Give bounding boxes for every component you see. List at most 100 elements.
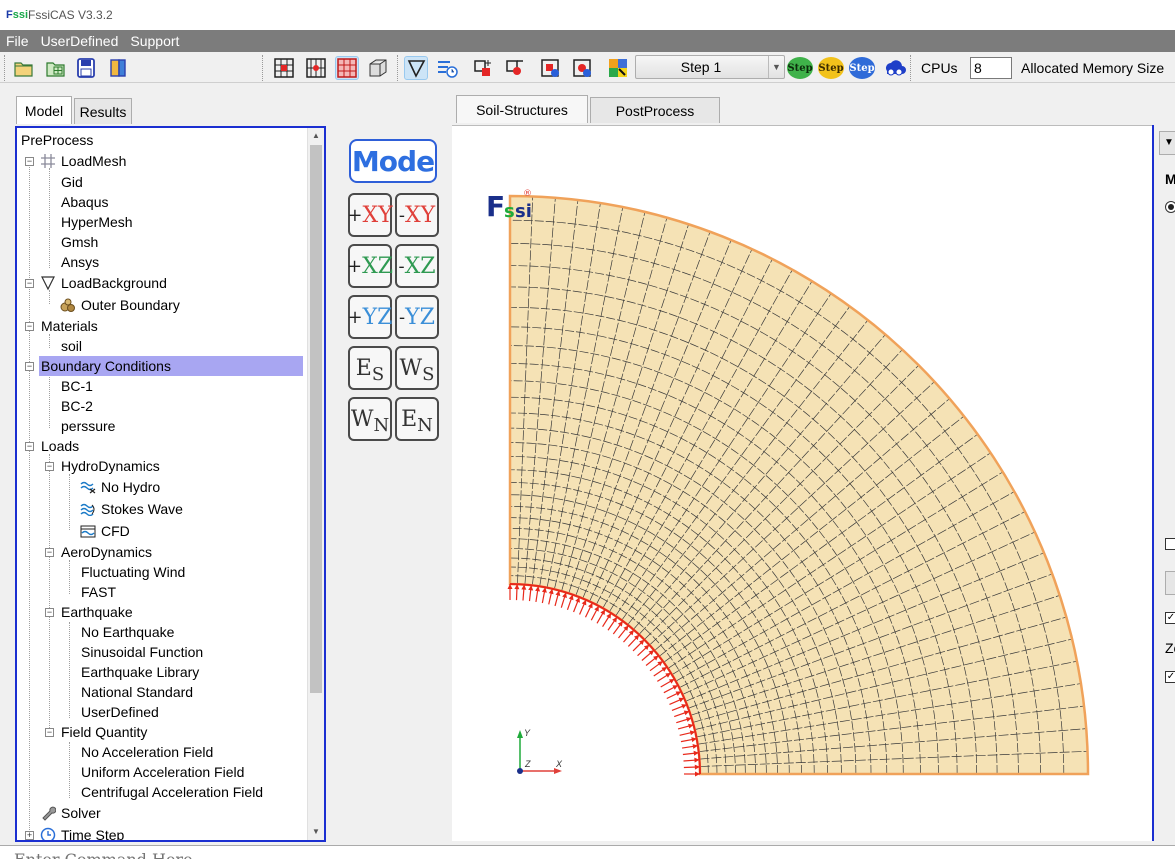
tree-item-outer-boundary[interactable]: Outer Boundary <box>59 295 180 315</box>
tree-toggle[interactable]: − <box>25 362 34 371</box>
add-node-icon[interactable] <box>470 56 494 80</box>
tab-model[interactable]: Model <box>16 96 72 124</box>
tree-item-cfd[interactable]: CFD <box>79 521 130 541</box>
view-wn-button[interactable]: W N <box>348 397 392 441</box>
tab-results[interactable]: Results <box>74 98 132 124</box>
menu-file[interactable]: File <box>6 33 29 49</box>
tree-item-centrifugal-acceleration-field[interactable]: Centrifugal Acceleration Field <box>81 782 263 802</box>
tree-item-national-standard[interactable]: National Standard <box>81 682 193 702</box>
save-icon[interactable] <box>74 56 98 80</box>
panel-checkbox-checked[interactable]: ✓ <box>1165 671 1175 683</box>
tree-item-gmsh[interactable]: Gmsh <box>61 232 98 252</box>
view-plus-yz-button[interactable]: + YZ <box>348 295 392 339</box>
tree-item-stokes-wave[interactable]: Stokes Wave <box>79 499 183 519</box>
panel-checkbox[interactable] <box>1165 538 1175 550</box>
tree-item-preprocess[interactable]: PreProcess <box>21 130 93 150</box>
node-view-icon[interactable] <box>304 56 328 80</box>
tree-item-loads[interactable]: Loads <box>41 436 79 456</box>
open-folder-icon[interactable] <box>12 56 36 80</box>
view-es-button[interactable]: E S <box>348 346 392 390</box>
view-plus-xy-button[interactable]: + XY <box>347 193 393 237</box>
chevron-down-icon[interactable]: ▼ <box>1159 131 1175 155</box>
menu-userdefined[interactable]: UserDefined <box>41 33 119 49</box>
tree-toggle[interactable]: − <box>45 608 54 617</box>
panel-checkbox-checked[interactable]: ✓ <box>1165 612 1175 624</box>
tree-connector <box>49 454 50 734</box>
tree-item-soil[interactable]: soil <box>61 336 82 356</box>
background-icon[interactable] <box>404 56 428 80</box>
menu-support[interactable]: Support <box>130 33 179 49</box>
tree-item-perssure[interactable]: perssure <box>61 416 115 436</box>
scroll-up-icon[interactable]: ▲ <box>308 128 324 144</box>
step-next-icon[interactable]: Step <box>849 57 875 79</box>
chevron-down-icon[interactable]: ▼ <box>768 56 784 78</box>
tree-item-hydrodynamics[interactable]: HydroDynamics <box>61 456 160 476</box>
tree-toggle[interactable]: − <box>25 279 34 288</box>
element-view-icon[interactable] <box>335 56 359 80</box>
step-run-icon[interactable]: Step <box>787 57 813 79</box>
tree-item-userdefined[interactable]: UserDefined <box>81 702 159 722</box>
view-minus-xy-button[interactable]: - XY <box>395 193 439 237</box>
tree-item-fluctuating-wind[interactable]: Fluctuating Wind <box>81 562 185 582</box>
tree-item-no-hydro[interactable]: No Hydro <box>79 477 160 497</box>
cloud-compute-icon[interactable] <box>882 56 906 80</box>
mesh-viewport[interactable]: F s si ® Y X Z <box>452 126 1152 842</box>
panel-radio[interactable] <box>1165 201 1175 213</box>
cpus-input[interactable] <box>970 57 1012 79</box>
new-project-icon[interactable] <box>44 56 68 80</box>
tree-toggle[interactable]: − <box>45 728 54 737</box>
tree-toggle[interactable]: − <box>25 322 34 331</box>
view-minus-yz-button[interactable]: - YZ <box>395 295 439 339</box>
tree-item-bc-1[interactable]: BC-1 <box>61 376 93 396</box>
remove-node-icon[interactable] <box>502 56 526 80</box>
tab-soil-structures[interactable]: Soil-Structures <box>456 95 588 123</box>
tree-item-abaqus[interactable]: Abaqus <box>61 192 108 212</box>
mesh-view-icon[interactable] <box>272 56 296 80</box>
tree-item-hypermesh[interactable]: HyperMesh <box>61 212 133 232</box>
tree-scrollbar[interactable]: ▲ ▼ <box>307 128 324 840</box>
tree-item-loadbackground[interactable]: LoadBackground <box>39 273 167 293</box>
panel-button[interactable] <box>1165 571 1175 595</box>
step-select[interactable]: Step 1 ▼ <box>635 55 785 79</box>
tree-item-sinusoidal-function[interactable]: Sinusoidal Function <box>81 642 203 662</box>
tree-item-uniform-acceleration-field[interactable]: Uniform Acceleration Field <box>81 762 244 782</box>
scroll-down-icon[interactable]: ▼ <box>308 824 324 840</box>
tree-item-no-acceleration-field[interactable]: No Acceleration Field <box>81 742 213 762</box>
tree-item-bc-2[interactable]: BC-2 <box>61 396 93 416</box>
tree-toggle[interactable]: + <box>25 831 34 840</box>
tree-item-time-step[interactable]: Time Step <box>39 825 124 840</box>
tree-item-no-earthquake[interactable]: No Earthquake <box>81 622 174 642</box>
time-history-icon[interactable] <box>435 56 459 80</box>
viewport-canvas[interactable]: F s si ® Y X Z <box>452 125 1152 841</box>
tree-toggle[interactable]: − <box>25 442 34 451</box>
tree-item-field-quantity[interactable]: Field Quantity <box>61 722 147 742</box>
select-node-icon[interactable] <box>570 56 594 80</box>
tree-item-label: Solver <box>61 805 101 821</box>
tree-toggle[interactable]: − <box>45 548 54 557</box>
tree-item-fast[interactable]: FAST <box>81 582 116 602</box>
select-element-icon[interactable] <box>538 56 562 80</box>
view-plus-xz-button[interactable]: + XZ <box>347 244 393 288</box>
tree-item-boundary-conditions[interactable]: Boundary Conditions <box>39 356 303 376</box>
tree-item-ansys[interactable]: Ansys <box>61 252 99 272</box>
mode-button[interactable]: Mode <box>349 139 437 183</box>
tree-toggle[interactable]: − <box>25 157 34 166</box>
command-input[interactable] <box>14 850 614 859</box>
tree-toggle[interactable]: − <box>45 462 54 471</box>
view-ws-button[interactable]: W S <box>395 346 439 390</box>
tree-item-materials[interactable]: Materials <box>41 316 98 336</box>
wireframe-view-icon[interactable] <box>366 56 390 80</box>
scroll-thumb[interactable] <box>310 145 322 693</box>
view-minus-xz-button[interactable]: - XZ <box>395 244 439 288</box>
tree-item-earthquake[interactable]: Earthquake <box>61 602 133 622</box>
tree-item-gid[interactable]: Gid <box>61 172 83 192</box>
tree-item-solver[interactable]: Solver <box>39 803 101 823</box>
tree-item-aerodynamics[interactable]: AeroDynamics <box>61 542 152 562</box>
export-icon[interactable] <box>106 56 130 80</box>
tree-item-loadmesh[interactable]: LoadMesh <box>39 151 126 171</box>
tree-item-earthquake-library[interactable]: Earthquake Library <box>81 662 199 682</box>
view-en-button[interactable]: E N <box>395 397 439 441</box>
color-map-icon[interactable] <box>606 56 630 80</box>
step-pause-icon[interactable]: Step <box>818 57 844 79</box>
tab-postprocess[interactable]: PostProcess <box>590 97 720 123</box>
